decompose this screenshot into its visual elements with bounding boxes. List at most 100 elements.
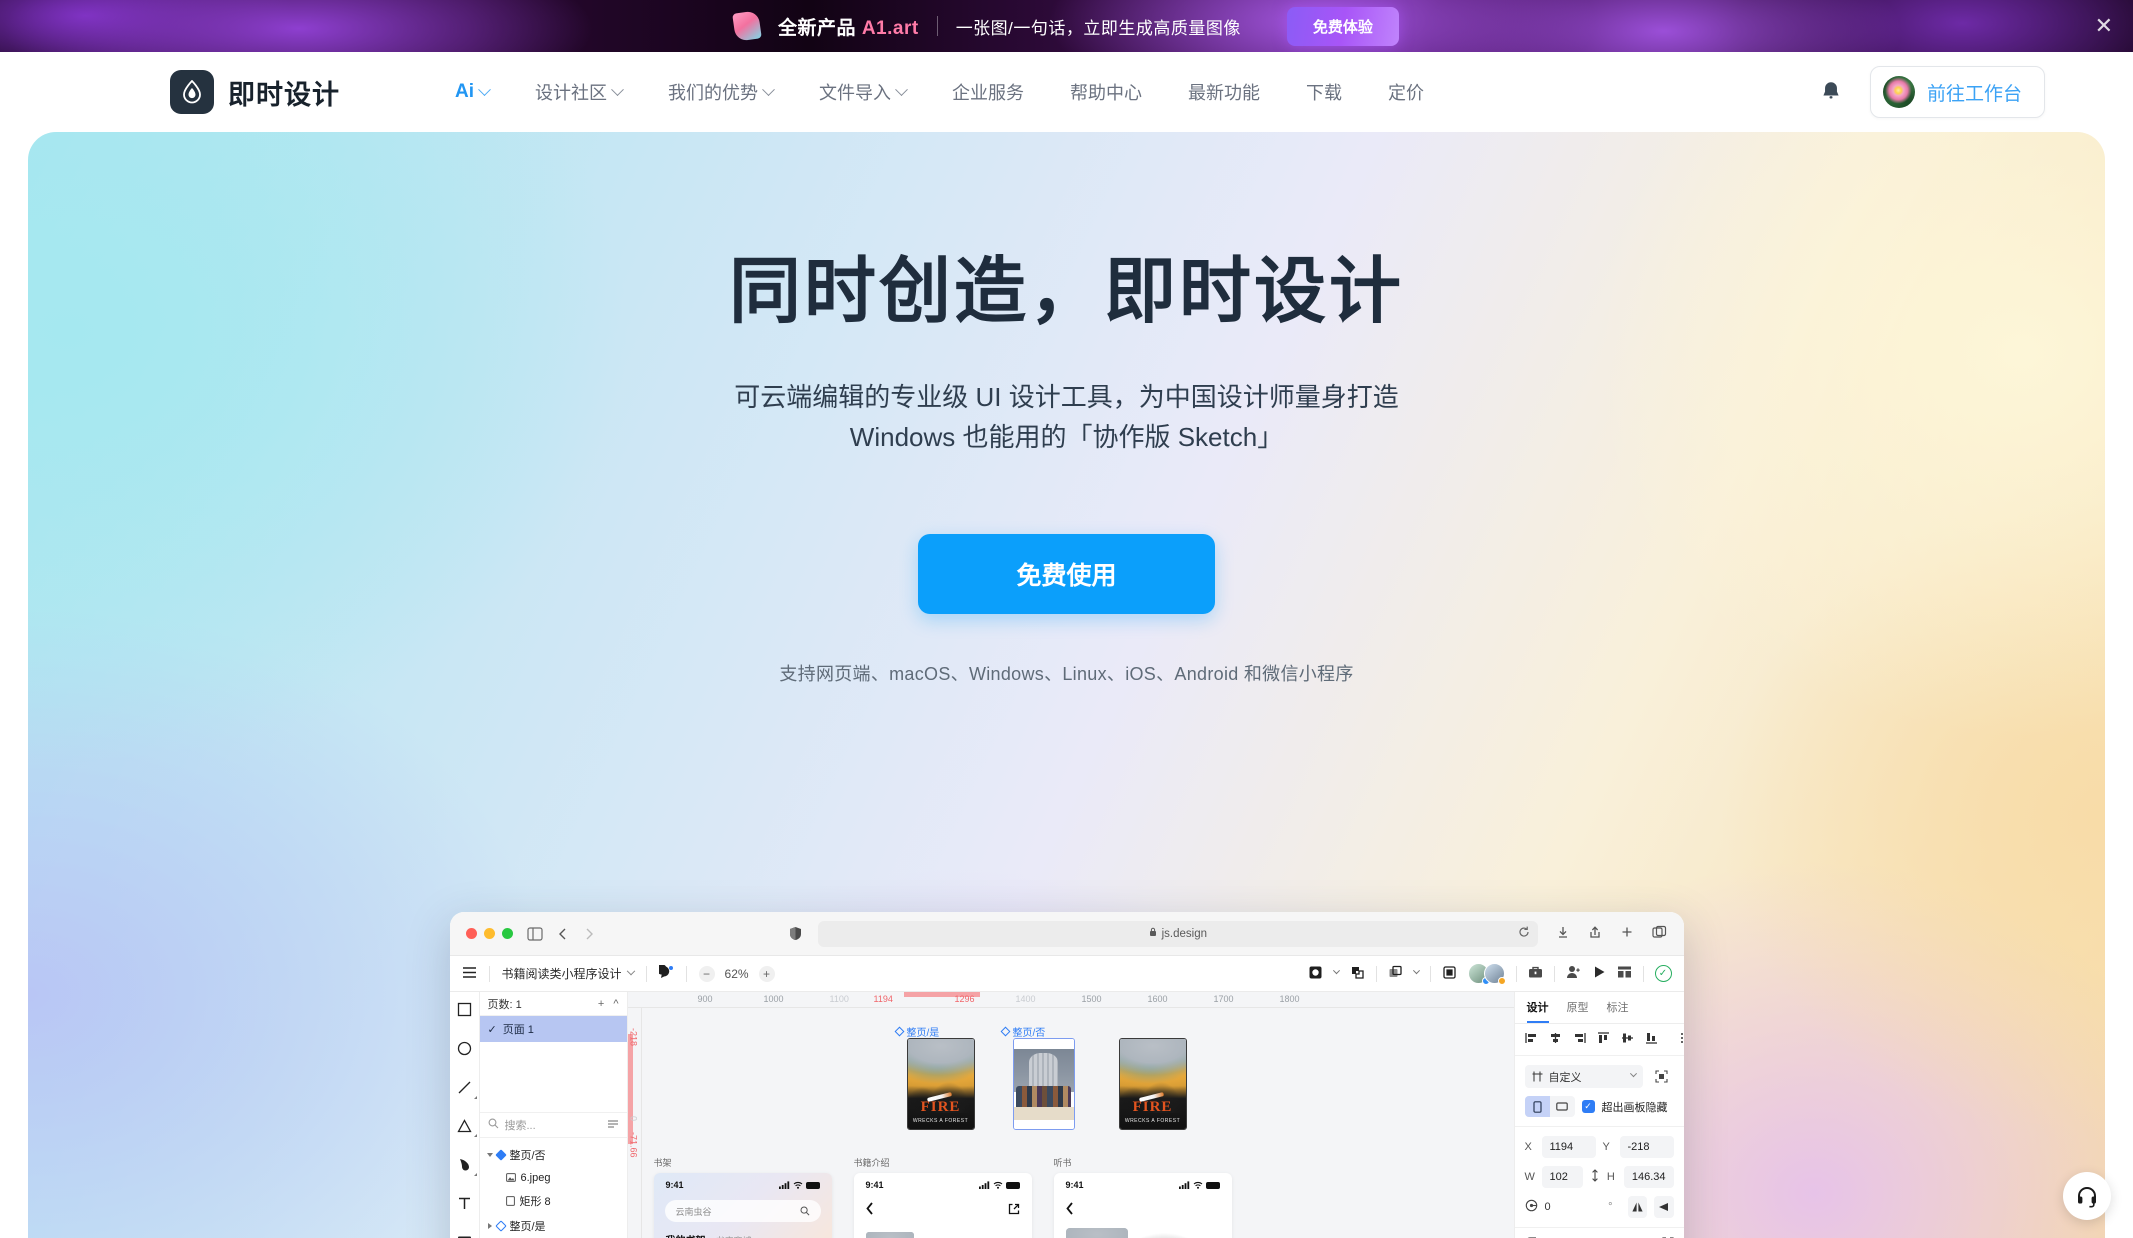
collaborator-avatar[interactable] xyxy=(1483,963,1506,985)
canvas-stage[interactable]: 整页/是 整页/否 FIRE WRECKS A FOREST FIRE WREC… xyxy=(642,1008,1514,1238)
clip-content-checkbox[interactable]: ✓ xyxy=(1581,1100,1595,1113)
orientation-toggle[interactable] xyxy=(1524,1096,1575,1117)
share-out-icon[interactable] xyxy=(1008,1203,1020,1218)
align-bottom-icon[interactable] xyxy=(1645,1032,1658,1047)
chevron-down-icon[interactable] xyxy=(486,1152,493,1157)
hamburger-icon[interactable] xyxy=(462,966,477,982)
collaborator-avatars[interactable] xyxy=(1467,963,1506,985)
plus-icon[interactable] xyxy=(1620,925,1634,942)
toolkit-icon[interactable] xyxy=(1528,965,1543,982)
nav-item-ai[interactable]: Ai xyxy=(432,81,512,103)
w-value[interactable]: 102 xyxy=(1541,1166,1583,1188)
shield-icon[interactable] xyxy=(789,926,802,941)
phone-frame[interactable]: 9:41 xyxy=(1053,1173,1232,1238)
reload-icon[interactable] xyxy=(1518,926,1530,941)
portrait-icon[interactable] xyxy=(1524,1096,1550,1117)
mask-icon[interactable] xyxy=(1350,965,1365,983)
y-field[interactable]: Y -218 xyxy=(1603,1136,1674,1158)
h-field[interactable]: H 146.34 xyxy=(1607,1166,1674,1188)
tab-annotation[interactable]: 标注 xyxy=(1607,999,1629,1023)
x-field[interactable]: X 1194 xyxy=(1525,1136,1596,1158)
tab-prototype[interactable]: 原型 xyxy=(1567,999,1589,1023)
page-item-selected[interactable]: ✓ 页面 1 xyxy=(479,1016,627,1042)
align-center-h-icon[interactable] xyxy=(1549,1032,1562,1047)
text-tool-icon[interactable] xyxy=(457,1196,472,1214)
artboard-label[interactable]: 整页/否 xyxy=(1000,1024,1045,1039)
frame-icon[interactable] xyxy=(1388,965,1403,983)
design-canvas[interactable]: 900 1000 1100 1194 1296 1400 1500 1600 1… xyxy=(627,992,1514,1238)
scale-icon[interactable] xyxy=(1650,1066,1674,1088)
layers-search[interactable]: 搜索... xyxy=(479,1112,627,1138)
workspace-button[interactable]: 前往工作台 xyxy=(1869,66,2045,118)
nav-item-help[interactable]: 帮助中心 xyxy=(1047,79,1165,105)
tab-design[interactable]: 设计 xyxy=(1526,999,1549,1023)
rotation-value[interactable]: 0 ° xyxy=(1545,1201,1621,1213)
tab-my-shelf[interactable]: 我的书架 xyxy=(666,1232,706,1238)
layer-item[interactable]: 整页/是 xyxy=(480,1213,627,1238)
chevron-down-icon[interactable] xyxy=(1332,967,1340,975)
promo-cta-button[interactable]: 免费体验 xyxy=(1286,6,1399,46)
tabs-icon[interactable] xyxy=(1652,925,1667,942)
layers-stack-icon[interactable] xyxy=(1442,965,1457,983)
play-icon[interactable] xyxy=(1593,965,1606,982)
nav-item-features[interactable]: 最新功能 xyxy=(1165,79,1283,105)
share-icon[interactable] xyxy=(1588,925,1602,942)
bell-icon[interactable] xyxy=(1818,79,1844,105)
nav-item-pricing[interactable]: 定价 xyxy=(1365,79,1447,105)
minimize-window-dot[interactable] xyxy=(483,928,495,939)
chevron-left-icon[interactable] xyxy=(557,927,569,941)
phone-frame[interactable]: 9:41 云南虫谷 xyxy=(653,1173,832,1238)
artboard-poster-3[interactable]: FIRE WRECKS A FOREST xyxy=(1118,1038,1187,1130)
listen-book-cover[interactable] xyxy=(1053,1224,1232,1238)
window-controls[interactable] xyxy=(465,928,513,939)
ellipse-tool-icon[interactable] xyxy=(457,1041,472,1059)
maximize-window-dot[interactable] xyxy=(501,928,513,939)
support-button[interactable] xyxy=(2063,1172,2111,1220)
align-middle-v-icon[interactable] xyxy=(1621,1032,1634,1047)
tab-bookstore[interactable]: 书店商城 xyxy=(716,1234,752,1238)
close-window-dot[interactable] xyxy=(465,928,477,939)
brand-logo[interactable]: 即时设计 xyxy=(170,70,340,114)
layer-item[interactable]: 6.jpeg xyxy=(480,1167,627,1188)
x-value[interactable]: 1194 xyxy=(1541,1136,1596,1158)
layer-item[interactable]: 矩形 8 xyxy=(480,1188,627,1213)
sidebar-icon[interactable] xyxy=(526,926,543,941)
pen-tool-icon[interactable] xyxy=(457,1157,477,1176)
nav-item-advantages[interactable]: 我们的优势 xyxy=(645,79,796,105)
phone-search-field[interactable]: 云南虫谷 xyxy=(664,1200,821,1222)
line-tool-icon[interactable] xyxy=(457,1080,477,1099)
layout-icon[interactable] xyxy=(1617,965,1632,982)
artboard-listen[interactable]: 听书 9:41 xyxy=(1053,1156,1232,1238)
artboard-label[interactable]: 整页/是 xyxy=(894,1024,939,1039)
align-right-icon[interactable] xyxy=(1573,1032,1586,1047)
chevron-left-icon[interactable] xyxy=(865,1202,874,1218)
url-bar[interactable]: js.design xyxy=(817,920,1538,947)
artboard-poster-1[interactable]: FIRE WRECKS A FOREST xyxy=(906,1038,975,1130)
component-icon[interactable] xyxy=(1308,965,1323,983)
distribute-icon[interactable] xyxy=(1680,1032,1684,1047)
flip-vertical-icon[interactable] xyxy=(1654,1196,1674,1218)
filter-icon[interactable] xyxy=(607,1119,619,1132)
search-icon[interactable] xyxy=(799,1206,810,1216)
nav-item-import[interactable]: 文件导入 xyxy=(796,79,929,105)
share-people-icon[interactable] xyxy=(1566,965,1582,982)
nav-item-download[interactable]: 下载 xyxy=(1283,79,1365,105)
book-cover-large[interactable]: FIRE xyxy=(865,1232,914,1238)
plus-icon[interactable]: + xyxy=(598,998,604,1010)
w-field[interactable]: W 102 xyxy=(1525,1166,1583,1188)
artboard-book-intro[interactable]: 书籍介绍 9:41 xyxy=(853,1156,1032,1238)
chevron-right-icon[interactable] xyxy=(487,1222,492,1229)
y-value[interactable]: -218 xyxy=(1619,1136,1674,1158)
close-icon[interactable]: ✕ xyxy=(2095,15,2113,37)
polygon-tool-icon[interactable] xyxy=(456,1119,477,1137)
nav-item-enterprise[interactable]: 企业服务 xyxy=(929,79,1047,105)
rectangle-tool-icon[interactable] xyxy=(457,1002,472,1020)
document-name[interactable]: 书籍阅读类小程序设计 xyxy=(502,965,635,982)
free-use-button[interactable]: 免费使用 xyxy=(918,533,1215,614)
link-ratio-icon[interactable] xyxy=(1590,1169,1600,1185)
phone-frame[interactable]: 9:41 xyxy=(853,1173,1032,1238)
artboard-bookshelf[interactable]: 书架 9:41 云南虫谷 xyxy=(653,1156,832,1238)
chevron-left-icon[interactable] xyxy=(1065,1202,1074,1218)
zoom-out-button[interactable]: − xyxy=(698,965,715,982)
chevron-right-icon[interactable] xyxy=(583,927,595,941)
